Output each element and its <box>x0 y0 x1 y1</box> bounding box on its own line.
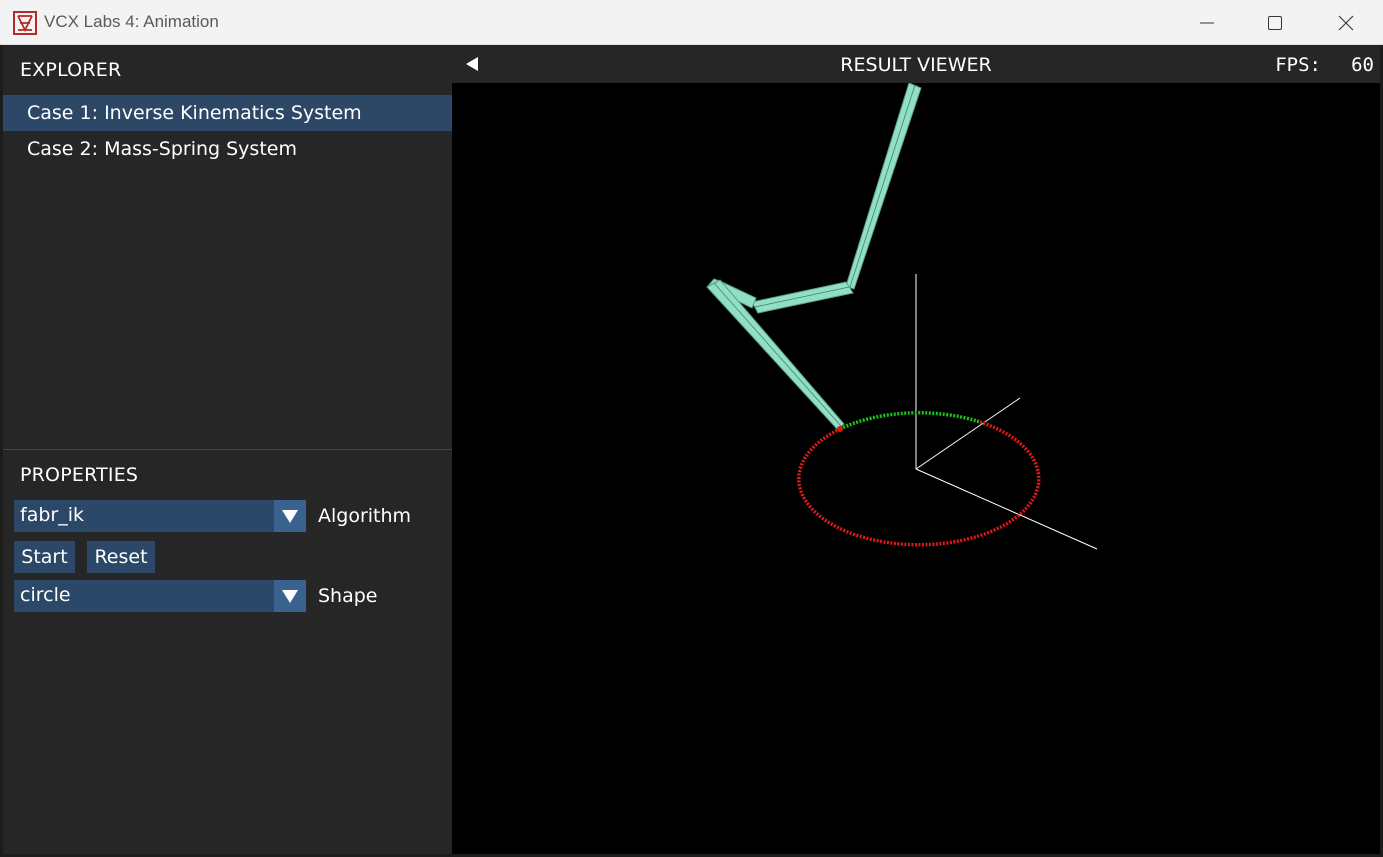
viewer-header: RESULT VIEWER FPS: 60 <box>452 45 1380 83</box>
algorithm-dropdown[interactable]: fabr_ik <box>14 500 306 532</box>
panel-divider[interactable] <box>3 449 452 450</box>
close-icon <box>1338 15 1354 30</box>
shape-dropdown[interactable]: circle <box>14 580 306 612</box>
viewer-title: RESULT VIEWER <box>840 54 992 76</box>
ik-arm <box>706 83 922 432</box>
minimize-icon <box>1200 22 1214 23</box>
chevron-down-icon[interactable] <box>274 580 306 612</box>
sidebar: EXPLORER Case 1: Inverse Kinematics Syst… <box>3 45 452 854</box>
fps-value: 60 <box>1351 54 1374 76</box>
app-logo-icon <box>13 11 37 35</box>
chevron-down-icon[interactable] <box>274 500 306 532</box>
maximize-button[interactable] <box>1242 0 1308 45</box>
algorithm-label: Algorithm <box>318 505 412 527</box>
title-bar[interactable]: VCX Labs 4: Animation <box>0 0 1383 45</box>
result-viewer: RESULT VIEWER FPS: 60 <box>452 45 1380 854</box>
shape-value: circle <box>20 584 71 606</box>
target-trajectory <box>797 411 1041 547</box>
shape-label: Shape <box>318 585 378 607</box>
start-button[interactable]: Start <box>14 541 75 573</box>
explorer-title: EXPLORER <box>20 59 122 81</box>
explorer-item-inverse-kinematics[interactable]: Case 1: Inverse Kinematics System <box>3 95 452 131</box>
3d-scene-canvas[interactable] <box>452 83 1380 854</box>
explorer-item-mass-spring[interactable]: Case 2: Mass-Spring System <box>3 131 452 167</box>
close-button[interactable] <box>1313 0 1379 45</box>
window-title: VCX Labs 4: Animation <box>44 12 219 31</box>
reset-button[interactable]: Reset <box>87 541 155 573</box>
properties-title: PROPERTIES <box>20 464 139 486</box>
fps-label: FPS: <box>1275 54 1321 76</box>
coordinate-axes <box>915 274 1098 550</box>
maximize-icon <box>1268 15 1282 30</box>
algorithm-value: fabr_ik <box>20 504 84 526</box>
app-window: VCX Labs 4: Animation EXPLORER Case 1: I… <box>0 0 1383 857</box>
minimize-button[interactable] <box>1174 0 1240 45</box>
